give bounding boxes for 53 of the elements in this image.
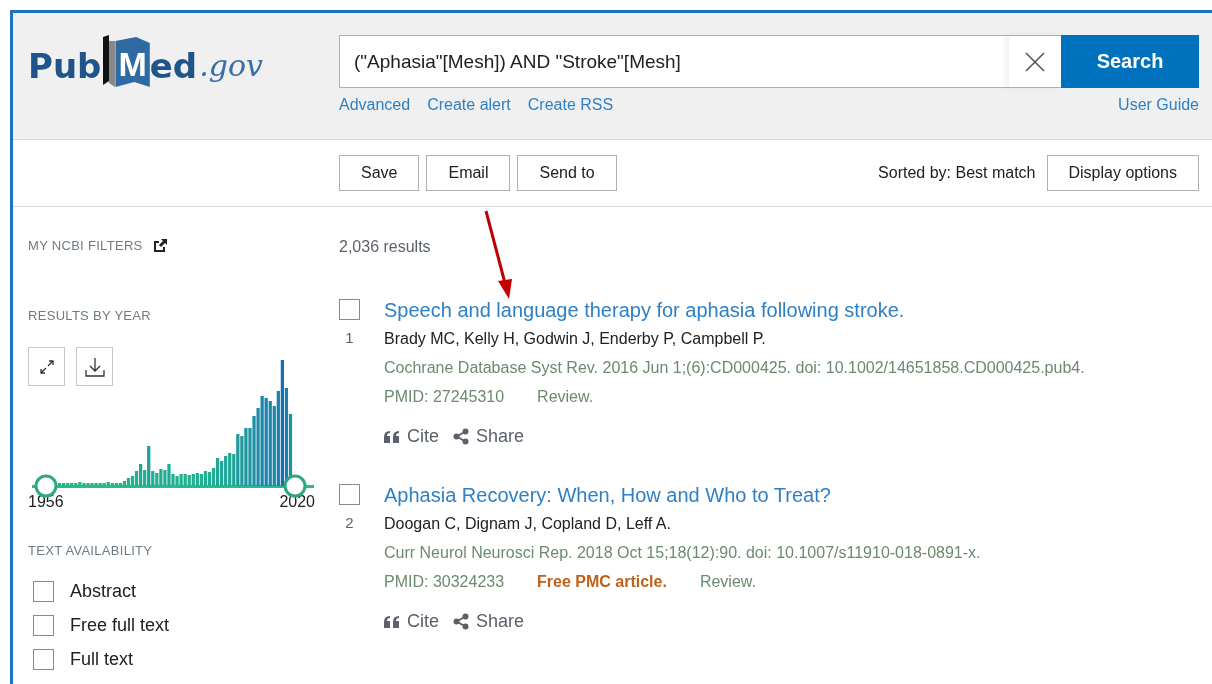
result-title[interactable]: Speech and language therapy for aphasia following stroke.: [384, 296, 1212, 324]
free-article-tag: Free PMC article.: [537, 567, 667, 596]
clear-button[interactable]: [1009, 35, 1061, 88]
result-citation: Cochrane Database Syst Rev. 2016 Jun 1;(6):CD000425. doi: 10.1002/14651858.CD000425.pub4.: [384, 358, 1086, 378]
checkbox[interactable]: [339, 484, 360, 505]
search-link[interactable]: Create RSS: [527, 96, 614, 114]
search-button[interactable]: Search: [1061, 35, 1199, 88]
toolbar-button[interactable]: Save: [339, 155, 420, 191]
results-count: 2,036 results: [339, 238, 432, 256]
end-year: 2020: [279, 493, 315, 511]
result-authors: Brady MC, Kelly H, Godwin J, Enderby P, Campbell P.: [384, 329, 767, 349]
search-field[interactable]: ("Aphasia"[Mesh]) AND "Stroke"[Mesh]: [339, 35, 1009, 88]
cite-button[interactable]: Cite: [384, 426, 439, 447]
close-icon: [1025, 51, 1045, 72]
share-icon: [453, 613, 469, 630]
checkbox[interactable]: [33, 581, 54, 602]
filter-label: Full text: [70, 649, 134, 670]
search-link[interactable]: Create alert: [427, 96, 511, 114]
section-title: TEXT AVAILABILITY: [28, 543, 153, 558]
search-link[interactable]: Advanced: [339, 96, 411, 114]
result-number: 1: [345, 329, 354, 346]
result-citation: Curr Neurol Neurosci Rep. 2018 Oct 15;18(12):90. doi: 10.1007/s11910-018-0891-x.: [384, 543, 982, 563]
download-icon: [84, 356, 105, 377]
result-type: Review.: [537, 387, 594, 407]
display-options-button[interactable]: Display options: [1046, 155, 1199, 191]
result-pmid: PMID: 30324233: [384, 572, 505, 592]
user-guide-link[interactable]: User Guide: [1118, 96, 1199, 114]
share-icon: [453, 428, 469, 445]
share-button[interactable]: Share: [453, 611, 525, 632]
checkbox[interactable]: [339, 299, 360, 320]
filter-label: Free full text: [70, 615, 170, 636]
section-title: RESULTS BY YEAR: [28, 308, 151, 323]
sort-label: Sorted by: Best match: [878, 164, 1036, 182]
download-button[interactable]: [76, 347, 113, 386]
filter-label: Abstract: [70, 581, 137, 602]
result-type: Review.: [699, 572, 756, 592]
result-pmid: PMID: 27245310: [384, 387, 505, 407]
quote-icon: [384, 615, 400, 628]
checkbox[interactable]: [33, 615, 54, 636]
pubmed-logo[interactable]: Pub Med.gov: [28, 35, 339, 89]
toolbar-button[interactable]: Email: [426, 155, 511, 191]
result-authors: Doogan C, Dignam J, Copland D, Leff A.: [384, 514, 672, 534]
section-title: MY NCBI FILTERS: [28, 238, 143, 253]
result-number: 2: [345, 514, 354, 531]
external-link-icon[interactable]: [152, 238, 168, 253]
toolbar-button[interactable]: Send to: [517, 155, 617, 191]
share-button[interactable]: Share: [453, 426, 525, 447]
expand-button[interactable]: [28, 347, 65, 386]
checkbox[interactable]: [33, 649, 54, 670]
result-title[interactable]: Aphasia Recovery: When, How and Who to Treat?: [384, 481, 1212, 509]
cite-button[interactable]: Cite: [384, 611, 439, 632]
expand-icon: [39, 359, 54, 374]
quote-icon: [384, 430, 400, 443]
